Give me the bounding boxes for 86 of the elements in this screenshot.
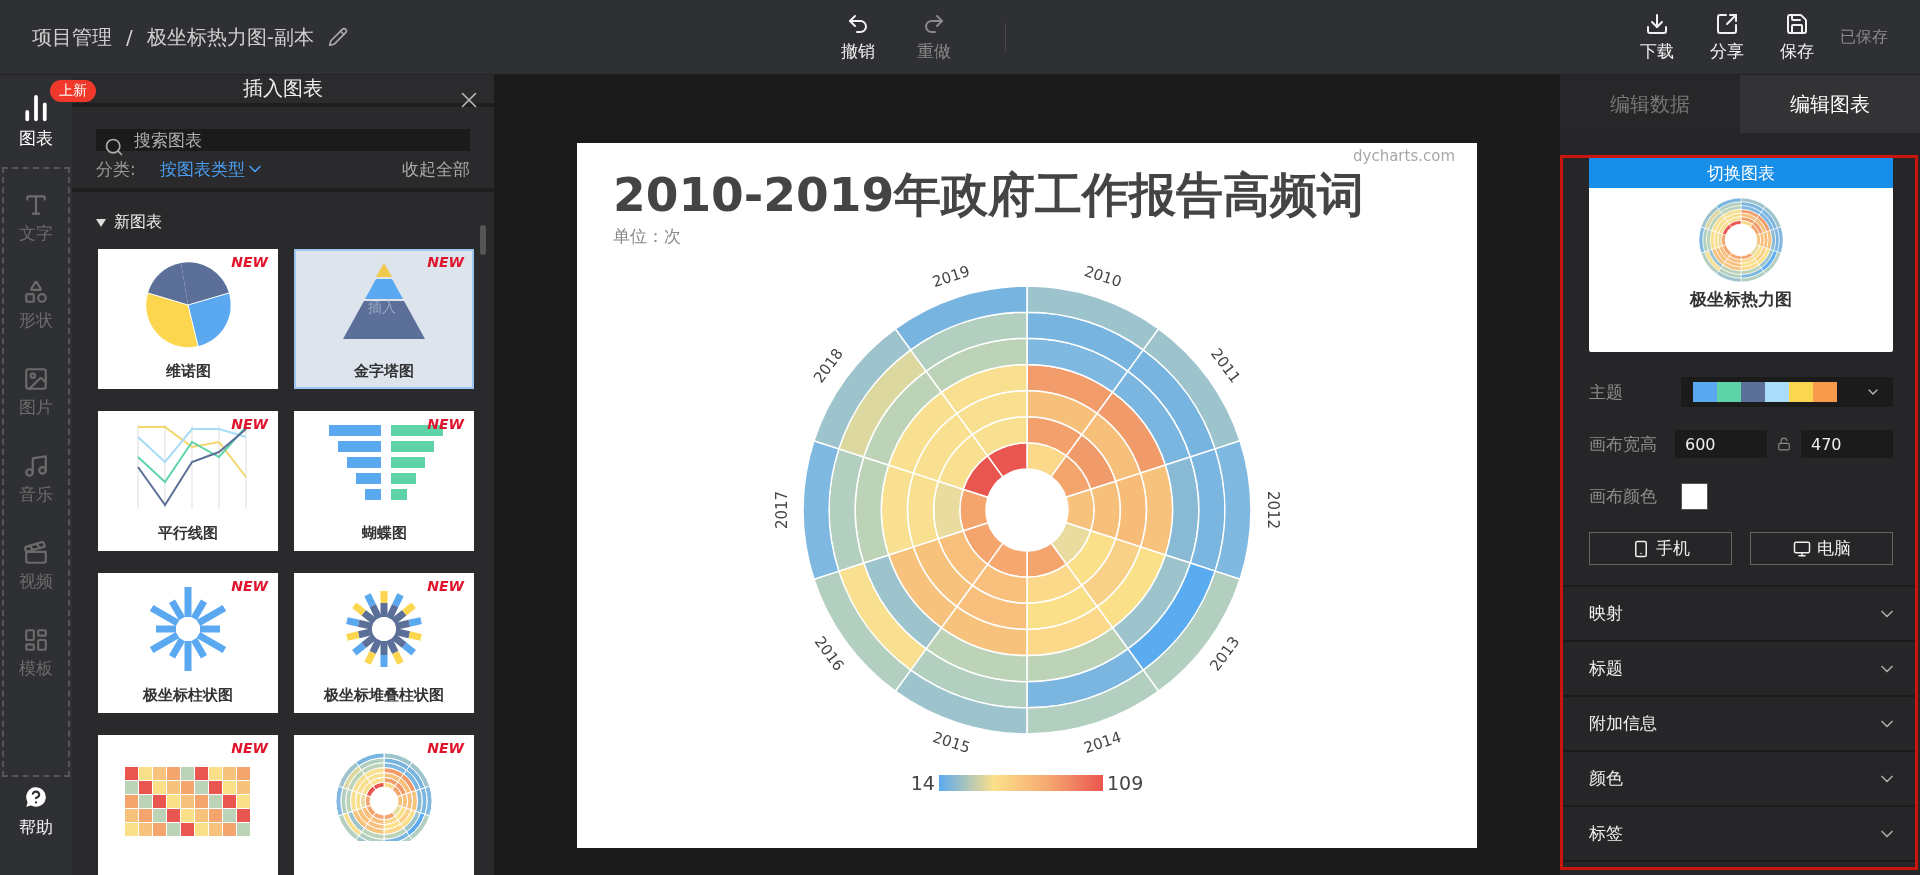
save-status: 已保存 xyxy=(1840,26,1888,48)
download-icon xyxy=(1645,11,1669,36)
chart-type-name: 极坐标热力图 xyxy=(1690,288,1792,311)
card-label: 极坐标堆叠柱状图 xyxy=(324,686,444,705)
chart-type-card[interactable]: NEW 维诺图 xyxy=(98,249,278,389)
chart-type-card[interactable]: NEW 插入 金字塔图 xyxy=(294,249,474,389)
new-tag: NEW xyxy=(231,578,268,594)
phone-button[interactable]: 手机 xyxy=(1589,532,1732,565)
card-label: 极坐标柱状图 xyxy=(143,686,233,705)
card-label: 金字塔图 xyxy=(354,362,414,381)
new-tag: NEW xyxy=(427,416,464,432)
group-header[interactable]: 新图表 xyxy=(72,192,494,249)
width-field[interactable]: 600 xyxy=(1675,430,1767,458)
help-button[interactable]: 帮助 xyxy=(13,783,59,840)
heatmap-chart-icon xyxy=(125,767,251,837)
music-icon xyxy=(23,453,49,479)
polar-heatmap-icon xyxy=(1699,198,1783,282)
lock-icon xyxy=(1777,437,1791,451)
legend-max: 109 xyxy=(1106,771,1144,794)
breadcrumb-separator: / xyxy=(126,25,133,49)
color-label: 画布颜色 xyxy=(1589,484,1658,508)
canvas-color-swatch[interactable] xyxy=(1681,482,1708,510)
shapes-icon xyxy=(23,279,49,305)
breadcrumb-item[interactable]: 项目管理 xyxy=(32,23,112,51)
chart-unit: 单位：次 xyxy=(613,224,681,248)
new-tag: NEW xyxy=(231,416,268,432)
video-icon xyxy=(23,540,49,566)
edit-icon[interactable] xyxy=(327,27,348,47)
year-label: 2017 xyxy=(772,490,791,529)
legend-min: 14 xyxy=(910,771,935,794)
year-label: 2015 xyxy=(930,727,973,757)
layout-icon xyxy=(23,627,49,653)
chart-type-card[interactable]: NEW 蝴蝶图 xyxy=(294,411,474,551)
year-label: 2010 xyxy=(1081,261,1124,291)
download-button[interactable]: 下载 xyxy=(1622,11,1692,63)
new-badge: 上新 xyxy=(50,80,96,102)
card-label: 蝴蝶图 xyxy=(361,524,407,543)
year-label: 2014 xyxy=(1081,727,1124,757)
brand-mark: dycharts.com xyxy=(1353,147,1455,165)
accordion-header[interactable]: 标签 xyxy=(1563,807,1915,862)
scrollbar-thumb[interactable] xyxy=(480,225,486,255)
breadcrumb-item: 极坐标热力图-副本 xyxy=(146,23,314,51)
chart-type-card[interactable]: NEW 极坐标柱状图 xyxy=(98,573,278,713)
lock-button[interactable] xyxy=(1777,437,1791,451)
theme-label: 主题 xyxy=(1589,380,1624,404)
card-label: 平行线图 xyxy=(158,524,218,543)
undo-button[interactable]: 撤销 xyxy=(833,11,884,63)
accordion-header[interactable]: 附加信息 xyxy=(1563,697,1915,752)
chart-type-card[interactable]: NEW 极坐标堆叠柱状图 xyxy=(294,573,474,713)
chart-type-card[interactable]: NEW 平行线图 xyxy=(98,411,278,551)
card-label: 维诺图 xyxy=(165,362,211,381)
new-tag: NEW xyxy=(427,740,464,756)
new-tag: NEW xyxy=(231,254,268,270)
year-label: 2012 xyxy=(1263,490,1282,529)
year-label: 2019 xyxy=(930,261,973,291)
collapse-all-link[interactable]: 收起全部 xyxy=(402,157,470,181)
search-field[interactable]: 搜索图表 xyxy=(96,128,470,151)
new-tag: NEW xyxy=(231,740,268,756)
save-button[interactable]: 保存 xyxy=(1762,11,1832,63)
new-tag: NEW xyxy=(427,578,464,594)
save-icon xyxy=(1785,11,1809,36)
tab[interactable]: 编辑图表 xyxy=(1740,75,1920,133)
desktop-button[interactable]: 电脑 xyxy=(1750,532,1893,565)
image-icon xyxy=(23,366,49,392)
share-button[interactable]: 分享 xyxy=(1692,11,1762,63)
accordion-header[interactable]: 映射 xyxy=(1563,587,1915,642)
insert-hint: 插入 xyxy=(368,299,396,317)
search-icon xyxy=(104,136,124,157)
caret-icon xyxy=(96,218,106,227)
chart-type-card[interactable]: NEW xyxy=(98,735,278,875)
new-tag: NEW xyxy=(427,254,464,270)
accordion-header[interactable]: 颜色 xyxy=(1563,752,1915,807)
chart-preview-card[interactable]: 切换图表 极坐标热力图 xyxy=(1589,158,1893,352)
accordion-header[interactable]: 标题 xyxy=(1563,642,1915,697)
panel-title: 插入图表 xyxy=(243,75,323,103)
size-label: 画布宽高 xyxy=(1589,432,1658,456)
help-icon xyxy=(23,784,49,810)
category-dropdown[interactable]: 按图表类型 xyxy=(159,157,265,181)
text-icon xyxy=(23,192,49,218)
chart-type-card[interactable]: NEW xyxy=(294,735,474,875)
chart-title: 2010-2019年政府工作报告高频词 xyxy=(613,169,1365,221)
share-icon xyxy=(1715,11,1739,36)
monitor-icon xyxy=(1792,539,1811,558)
category-label: 分类: xyxy=(96,157,136,181)
height-field[interactable]: 470 xyxy=(1801,430,1893,458)
theme-select[interactable] xyxy=(1681,377,1893,407)
